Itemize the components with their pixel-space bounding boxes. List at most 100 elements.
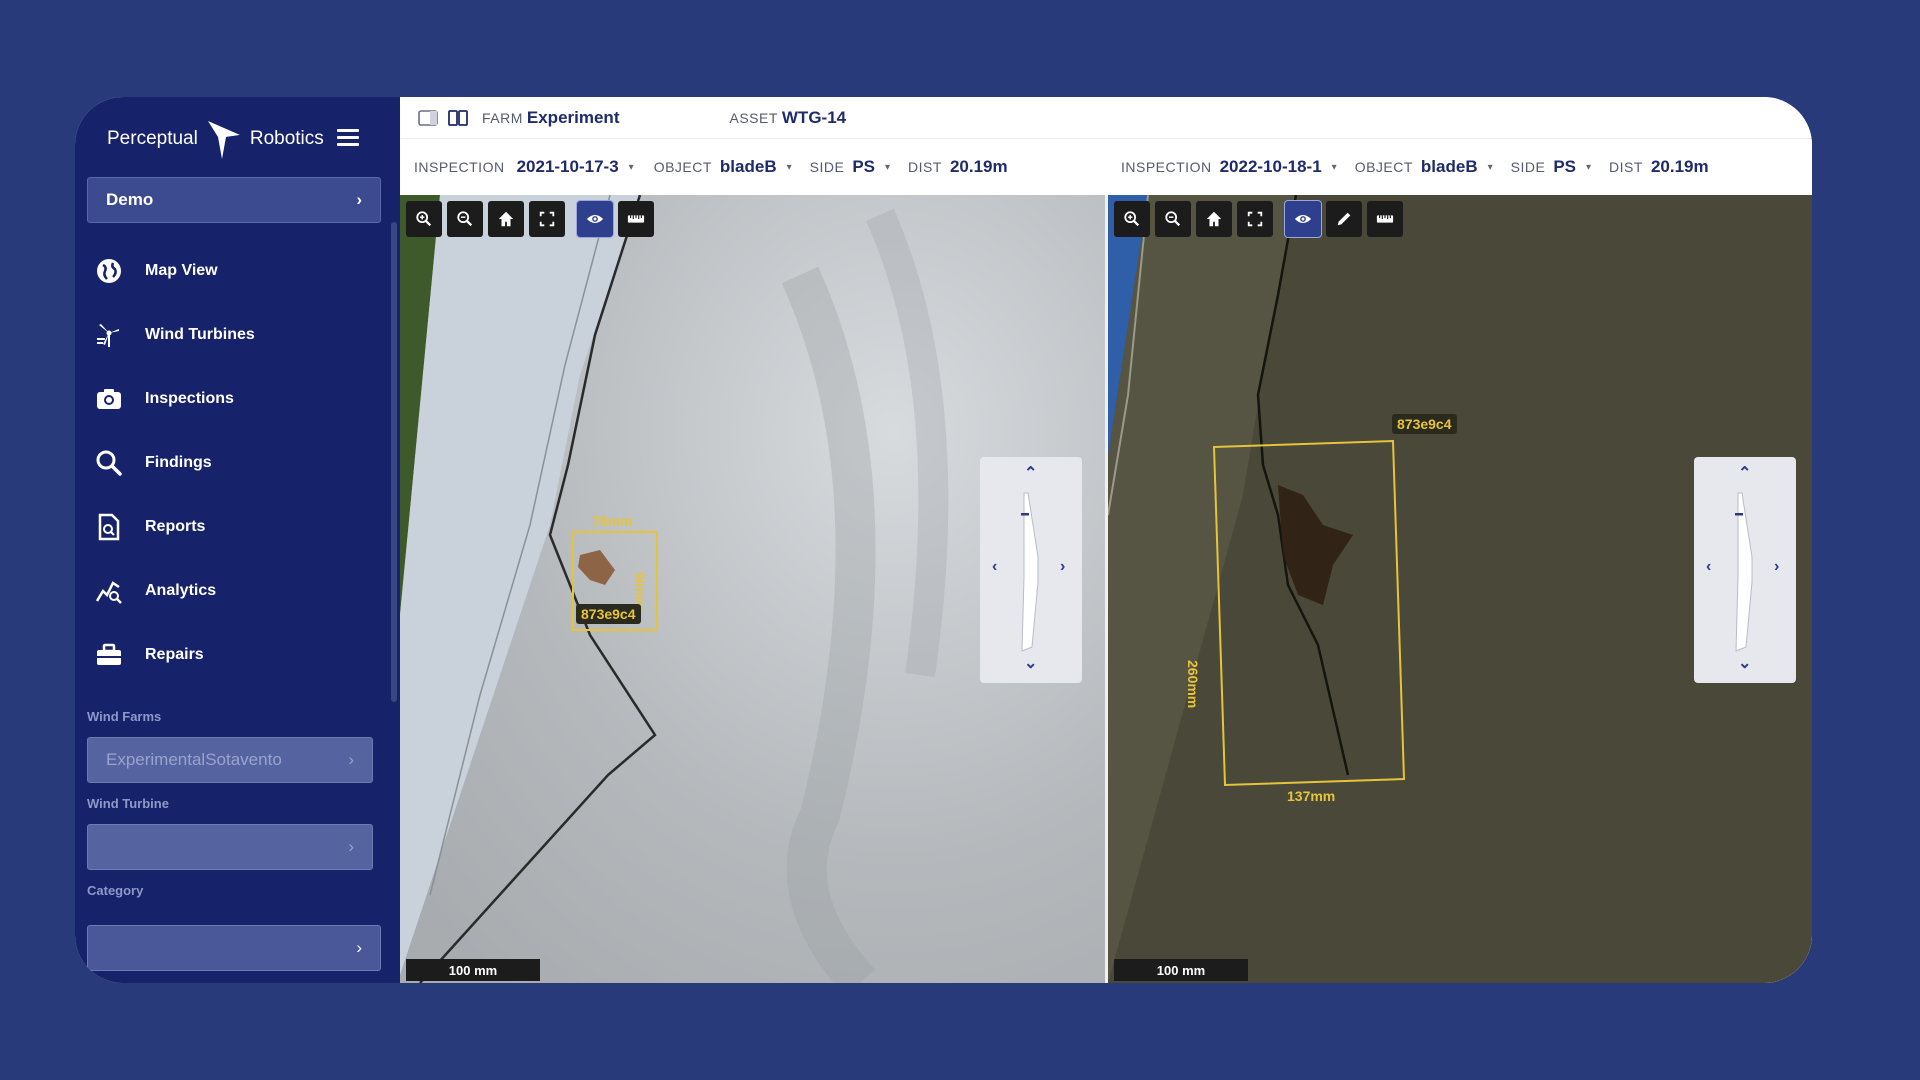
chevron-down-icon[interactable]: ⌄: [1024, 653, 1037, 673]
sidebar-item-reports[interactable]: Reports: [75, 495, 400, 559]
category-label: Category: [87, 883, 144, 898]
search-icon: [96, 450, 122, 476]
sidebar-scrollbar[interactable]: [391, 222, 397, 702]
home-icon[interactable]: [1196, 201, 1232, 237]
zoom-out-icon[interactable]: [1155, 201, 1191, 237]
inspection-select[interactable]: 2021-10-17-3: [517, 157, 619, 177]
sidebar-item-findings[interactable]: Findings: [75, 431, 400, 495]
sidebar-item-label: Map View: [145, 262, 218, 279]
sidebar: Perceptual Robotics Demo › Map View Wind…: [75, 97, 400, 983]
inspection-label: INSPECTION: [414, 159, 505, 175]
home-icon[interactable]: [488, 201, 524, 237]
info-bar: INSPECTION 2021-10-17-3 ▾ OBJECT bladeB ▾ …: [400, 139, 1812, 195]
scale-bar: 100 mm: [406, 959, 540, 981]
hamburger-menu-icon[interactable]: [337, 129, 359, 147]
sidebar-item-wind-turbines[interactable]: Wind Turbines: [75, 303, 400, 367]
right-image-viewer[interactable]: 873e9c4 137mm 260mm ⌃ ⌄ ‹ › 100 mm: [1108, 195, 1812, 983]
zoom-in-icon[interactable]: [406, 201, 442, 237]
viewer-toolbar: [406, 200, 654, 238]
inspection-select[interactable]: 2022-10-18-1: [1220, 157, 1322, 177]
right-panel-info: INSPECTION 2022-10-18-1 ▾ OBJECT bladeB ▾ …: [1121, 139, 1709, 195]
asset-label: ASSET: [729, 109, 778, 126]
ruler-icon[interactable]: [618, 201, 654, 237]
farm-value: Experiment: [526, 107, 620, 127]
sidebar-item-label: Analytics: [145, 582, 217, 599]
chevron-right-icon: ›: [348, 837, 354, 856]
dist-label: DIST: [1609, 159, 1643, 175]
demo-label: Demo: [106, 190, 154, 209]
chevron-down-icon[interactable]: ⌄: [1738, 653, 1751, 673]
caret-down-icon[interactable]: ▾: [629, 162, 634, 173]
left-panel-info: INSPECTION 2021-10-17-3 ▾ OBJECT bladeB ▾ …: [414, 139, 1008, 195]
side-label: SIDE: [1510, 159, 1546, 175]
chevron-right-icon: ›: [348, 750, 354, 769]
caret-down-icon[interactable]: ▾: [1488, 162, 1493, 173]
sidebar-item-label: Wind Turbines: [145, 326, 255, 343]
annotation-width: 78mm: [592, 513, 633, 529]
object-label: OBJECT: [653, 159, 712, 175]
fullscreen-icon[interactable]: [1237, 201, 1273, 237]
zoom-out-icon[interactable]: [447, 201, 483, 237]
caret-down-icon[interactable]: ▾: [1332, 162, 1337, 173]
top-bar: FARM Experiment ASSET WTG-14: [400, 97, 1812, 139]
sidebar-item-label: Inspections: [145, 390, 234, 407]
sidebar-item-label: Repairs: [145, 646, 204, 663]
asset-value: WTG-14: [781, 107, 847, 127]
blade-minimap[interactable]: ⌃ ⌄ ‹ ›: [980, 457, 1082, 683]
caret-down-icon[interactable]: ▾: [787, 162, 792, 173]
annotation-height: 260mm: [1185, 660, 1201, 709]
side-label: SIDE: [809, 159, 845, 175]
annotation-id-tag[interactable]: 873e9c4: [576, 604, 641, 624]
sidebar-item-inspections[interactable]: Inspections: [75, 367, 400, 431]
wind-turbine-icon: [97, 324, 119, 347]
chevron-left-icon[interactable]: ‹: [992, 558, 997, 576]
sidebar-item-label: Findings: [145, 454, 212, 471]
annotation-id-tag[interactable]: 873e9c4: [1392, 414, 1457, 434]
eye-icon[interactable]: [1284, 200, 1322, 238]
brand-right: Robotics: [249, 128, 324, 149]
inspection-label: INSPECTION: [1121, 159, 1212, 175]
side-select[interactable]: PS: [852, 157, 875, 177]
object-select[interactable]: bladeB: [720, 157, 777, 177]
caret-down-icon[interactable]: ▾: [885, 162, 890, 173]
split-view-icon[interactable]: [448, 109, 468, 126]
report-icon: [98, 513, 120, 541]
sidebar-item-label: Reports: [145, 518, 206, 535]
ruler-icon[interactable]: [1367, 201, 1403, 237]
wind-farm-value: ExperimentalSotavento: [106, 750, 282, 769]
wind-farms-label: Wind Farms: [87, 709, 162, 724]
camera-icon: [97, 389, 121, 409]
object-label: OBJECT: [1354, 159, 1413, 175]
brand-left: Perceptual: [107, 128, 198, 149]
viewer-toolbar: [1114, 200, 1403, 238]
sidebar-item-map-view[interactable]: Map View: [75, 239, 400, 303]
scale-bar: 100 mm: [1114, 959, 1248, 981]
globe-icon: [97, 259, 121, 283]
analytics-icon: [95, 581, 122, 604]
caret-down-icon[interactable]: ▾: [1586, 162, 1591, 173]
sidebar-item-repairs[interactable]: Repairs: [75, 623, 400, 687]
blade-minimap[interactable]: ⌃ ⌄ ‹ ›: [1694, 457, 1796, 683]
brand-logo: Perceptual Robotics: [107, 115, 324, 163]
category-select[interactable]: ›: [87, 925, 381, 971]
main-content: FARM Experiment ASSET WTG-14 INSPECTION …: [400, 97, 1812, 983]
fullscreen-icon[interactable]: [529, 201, 565, 237]
object-select[interactable]: bladeB: [1421, 157, 1478, 177]
demo-selector[interactable]: Demo ›: [87, 177, 381, 223]
single-view-icon[interactable]: [418, 109, 438, 126]
left-image-viewer[interactable]: 78mm 90mm 873e9c4 ⌃ ⌄ ‹ › 100 mm: [400, 195, 1105, 983]
chevron-left-icon[interactable]: ‹: [1706, 558, 1711, 576]
chevron-up-icon[interactable]: ⌃: [1024, 463, 1037, 483]
chevron-right-icon[interactable]: ›: [1060, 558, 1065, 576]
toolbox-icon: [97, 643, 121, 665]
wind-turbine-select[interactable]: ›: [87, 824, 373, 870]
dist-value: 20.19m: [949, 157, 1008, 176]
side-select[interactable]: PS: [1553, 157, 1576, 177]
pencil-icon[interactable]: [1326, 201, 1362, 237]
wind-farm-select[interactable]: ExperimentalSotavento ›: [87, 737, 373, 783]
chevron-up-icon[interactable]: ⌃: [1738, 463, 1751, 483]
sidebar-item-analytics[interactable]: Analytics: [75, 559, 400, 623]
eye-icon[interactable]: [576, 200, 614, 238]
chevron-right-icon[interactable]: ›: [1774, 558, 1779, 576]
zoom-in-icon[interactable]: [1114, 201, 1150, 237]
